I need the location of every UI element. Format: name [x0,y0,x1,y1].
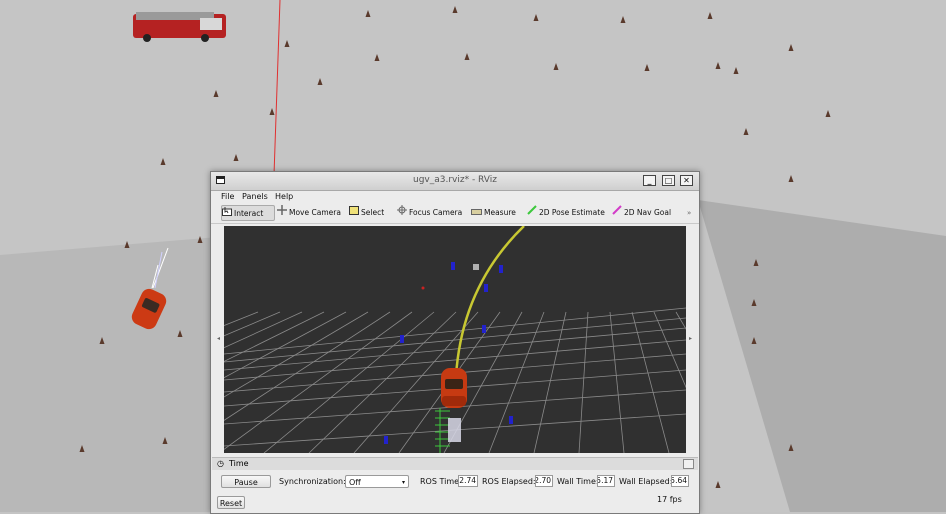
title-bar[interactable]: ugv_a3.rviz* - RViz _ □ ✕ [211,172,699,191]
clock-icon: ◷ [217,459,224,468]
ros-elapsed-field[interactable]: 2.70 [535,475,553,487]
tool-interact-label: Interact [234,209,264,218]
menu-help[interactable]: Help [275,192,293,201]
menu-panels[interactable]: Panels [242,192,268,201]
close-button[interactable]: ✕ [680,175,693,186]
panel-undock-button[interactable] [683,459,694,469]
obstacle-marker [484,284,488,292]
select-icon [349,205,359,221]
tool-focus-camera-label: Focus Camera [409,208,463,217]
synchronization-label: Synchronization: [279,477,346,486]
nav-goal-arrow-icon [612,205,622,221]
wall-elapsed-label: Wall Elapsed: [619,477,673,486]
ros-time-field[interactable]: 2.74 [458,475,478,487]
collapse-left-arrow-icon[interactable]: ◂ [217,335,220,342]
move-camera-icon [277,205,287,221]
time-panel: Pause Synchronization: Off ▾ ROS Time: 2… [211,470,699,513]
ros-time-label: ROS Time: [420,477,462,486]
obstacle-marker [482,325,486,333]
synchronization-select[interactable]: Off ▾ [345,475,409,488]
tool-select[interactable]: Select [349,205,384,221]
fire-truck [133,12,226,42]
wall-time-field[interactable]: 5.17 [597,475,615,487]
obstacle-marker [499,265,503,273]
measure-icon [471,205,482,221]
ros-time-value: 2.74 [459,476,476,485]
goal-marker [421,286,425,290]
minimize-button[interactable]: _ [643,175,656,186]
menu-file[interactable]: File [221,192,234,201]
tool-measure-label: Measure [484,208,516,217]
tool-interact[interactable]: Interact [221,205,275,221]
ground-shadow [0,236,230,512]
maximize-button[interactable]: □ [662,175,675,186]
3d-render [224,226,686,453]
tool-2d-pose-estimate[interactable]: 2D Pose Estimate [527,205,605,221]
obstacle-marker [384,436,388,444]
wall-time-label: Wall Time: [557,477,599,486]
window-title: ugv_a3.rviz* - RViz [412,175,497,185]
ros-elapsed-label: ROS Elapsed: [482,477,536,486]
tool-2d-nav-goal[interactable]: 2D Nav Goal [612,205,671,221]
obstacle-marker [400,335,404,343]
collapse-right-arrow-icon[interactable]: ▸ [689,335,692,342]
tool-measure[interactable]: Measure [471,205,516,221]
tool-bar: Interact Move Camera Select Focus Camera… [211,204,699,224]
synchronization-value: Off [349,478,361,487]
wall-time-value: 5.17 [597,476,613,485]
tool-select-label: Select [361,208,385,217]
ros-elapsed-value: 2.70 [535,476,551,485]
fps-counter: 17 fps [657,495,682,504]
path-marker [473,264,479,270]
toolbar-overflow-button[interactable]: » [687,205,691,221]
tool-move-camera[interactable]: Move Camera [277,205,341,221]
focus-camera-icon [397,205,407,221]
wall-elapsed-field[interactable]: 5.64 [671,475,689,487]
tool-2d-nav-goal-label: 2D Nav Goal [624,208,672,217]
time-panel-title: Time [229,459,249,468]
3d-viewport[interactable] [224,226,686,453]
time-panel-header: ◷ Time [212,457,698,470]
chevron-down-icon: ▾ [401,479,405,486]
reset-button[interactable]: Reset [217,496,245,509]
vehicle-model [441,368,467,408]
obstacle-marker [451,262,455,270]
pause-button[interactable]: Pause [221,475,271,488]
wall-elapsed-value: 5.64 [671,476,687,485]
tool-focus-camera[interactable]: Focus Camera [397,205,462,221]
obstacle-marker [509,416,513,424]
pose-estimate-arrow-icon [527,205,537,221]
tool-move-camera-label: Move Camera [289,208,341,217]
menu-bar: File Panels Help [211,191,699,204]
tool-2d-pose-estimate-label: 2D Pose Estimate [539,208,605,217]
interact-icon [222,206,232,222]
rviz-window: ugv_a3.rviz* - RViz _ □ ✕ File Panels He… [210,171,700,514]
